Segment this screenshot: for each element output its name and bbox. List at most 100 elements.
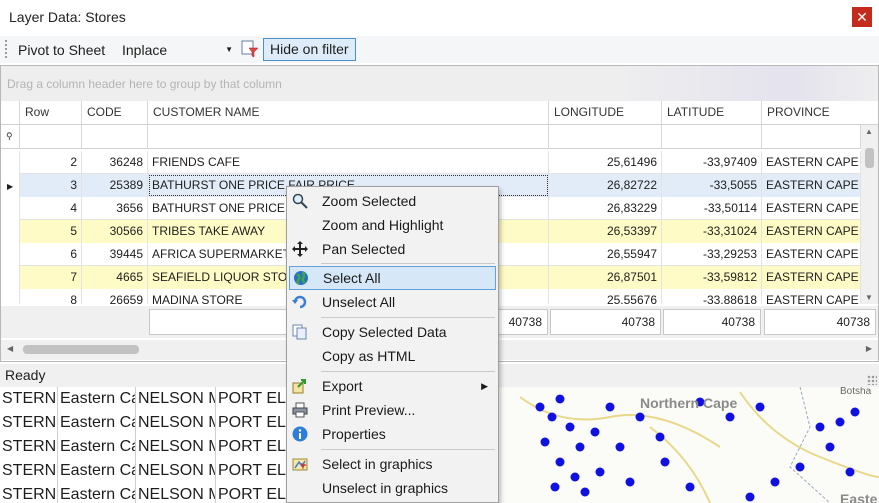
map-point[interactable] <box>635 412 645 422</box>
cell-province: EASTERN CAPE <box>762 197 861 220</box>
menu-item-export[interactable]: Export ▶ <box>289 374 496 398</box>
row-indicator[interactable] <box>1 266 20 289</box>
map-point[interactable] <box>770 477 780 487</box>
row-indicator[interactable] <box>1 289 20 304</box>
row-indicator[interactable] <box>1 243 20 266</box>
scroll-left-icon[interactable]: ◀ <box>7 344 13 353</box>
menu-item-properties[interactable]: Properties <box>289 422 496 446</box>
cell-longitude: 26,83229 <box>549 197 662 220</box>
menu-item-label: Copy Selected Data <box>322 324 447 340</box>
filter-cell-longitude[interactable] <box>549 125 662 149</box>
menu-item-select-in-graphics[interactable]: Select in graphics <box>289 452 496 476</box>
column-header-customer-name[interactable]: CUSTOMER NAME <box>148 101 549 125</box>
menu-item-label: Unselect All <box>322 294 396 310</box>
map-point[interactable] <box>660 457 670 467</box>
bg-cell: STERN C <box>0 387 58 411</box>
column-header-province[interactable]: PROVINCE <box>762 101 878 125</box>
filter-icon[interactable] <box>241 40 259 58</box>
column-header-row-number[interactable]: Row <box>20 101 82 125</box>
scroll-down-icon[interactable]: ▼ <box>865 293 873 302</box>
column-header-longitude[interactable]: LONGITUDE <box>549 101 662 125</box>
map-point[interactable] <box>850 407 860 417</box>
map-point[interactable] <box>615 442 625 452</box>
hide-on-filter-button[interactable]: Hide on filter <box>263 38 356 61</box>
row-indicator[interactable] <box>1 220 20 243</box>
map-point[interactable] <box>580 487 590 497</box>
inplace-dropdown[interactable]: Inplace ▼ <box>117 39 236 61</box>
menu-item-zoom-selected[interactable]: Zoom Selected <box>289 189 496 213</box>
close-button[interactable]: ✕ <box>852 7 872 27</box>
row-indicator[interactable] <box>1 197 20 220</box>
scroll-right-icon[interactable]: ▶ <box>866 344 872 353</box>
zoom-icon <box>292 193 308 209</box>
map-point[interactable] <box>745 492 755 502</box>
menu-item-copy-selected-data[interactable]: Copy Selected Data <box>289 320 496 344</box>
map-point[interactable] <box>605 402 615 412</box>
menu-item-pan-selected[interactable]: Pan Selected <box>289 237 496 261</box>
map-point[interactable] <box>535 402 545 412</box>
map-point[interactable] <box>595 467 605 477</box>
bg-cell: STERN C <box>0 459 58 483</box>
column-header-latitude[interactable]: LATITUDE <box>662 101 762 125</box>
map-point[interactable] <box>815 422 825 432</box>
map-point[interactable] <box>570 472 580 482</box>
map-point[interactable] <box>550 482 560 492</box>
map-point[interactable] <box>565 422 575 432</box>
map-point[interactable] <box>845 467 855 477</box>
group-panel[interactable]: Drag a column header here to group by th… <box>1 66 878 101</box>
map-point[interactable] <box>590 427 600 437</box>
map-view[interactable]: Northern Cape Botsha Easte <box>500 387 879 503</box>
bg-cell: STERN C <box>0 435 58 459</box>
cell-province: EASTERN CAPE <box>762 289 861 304</box>
bg-cell: Eastern Ca <box>58 435 136 459</box>
filter-cell-customer-name[interactable] <box>148 125 549 149</box>
menu-item-zoom-and-highlight[interactable]: Zoom and Highlight <box>289 213 496 237</box>
map-point[interactable] <box>540 437 550 447</box>
menu-item-select-all[interactable]: Select All <box>289 266 496 290</box>
menu-item-unselect-all[interactable]: Unselect All <box>289 290 496 314</box>
cell-province: EASTERN CAPE <box>762 243 861 266</box>
menu-item-unselect-in-graphics[interactable]: Unselect in graphics <box>289 476 496 500</box>
cell-longitude: 25.55676 <box>549 289 662 304</box>
menu-item-copy-as-html[interactable]: Copy as HTML <box>289 344 496 368</box>
cell-latitude: -33.88618 <box>662 289 762 304</box>
filter-cell-code[interactable] <box>82 125 148 149</box>
filter-cell-row[interactable] <box>20 125 82 149</box>
chevron-down-icon: ▼ <box>225 45 233 54</box>
scroll-up-icon[interactable]: ▲ <box>865 127 873 136</box>
title-bar[interactable]: Layer Data: Stores ✕ <box>0 0 879 34</box>
menu-separator <box>321 317 495 318</box>
pivot-to-sheet-button[interactable]: Pivot to Sheet <box>12 39 111 61</box>
toolbar-grip[interactable] <box>5 40 8 58</box>
map-point[interactable] <box>547 412 557 422</box>
map-point[interactable] <box>685 482 695 492</box>
vertical-scrollbar[interactable]: ▲ ▼ <box>861 125 878 304</box>
map-point[interactable] <box>625 477 635 487</box>
map-label-northern-cape: Northern Cape <box>640 395 738 411</box>
map-point[interactable] <box>755 402 765 412</box>
map-point[interactable] <box>555 394 565 404</box>
column-header-code[interactable]: CODE <box>82 101 148 125</box>
map-point[interactable] <box>825 442 835 452</box>
cell-latitude: -33,97409 <box>662 151 762 174</box>
bg-cell: Eastern Ca <box>58 387 136 411</box>
map-point[interactable] <box>655 432 665 442</box>
filter-cell-province[interactable] <box>762 125 861 149</box>
map-point[interactable] <box>575 442 585 452</box>
horizontal-scroll-thumb[interactable] <box>23 345 139 354</box>
table-row[interactable]: 2 36248 FRIENDS CAFE 25,61496 -33,97409 … <box>1 151 861 174</box>
map-point[interactable] <box>725 412 735 422</box>
row-indicator[interactable]: ▶ <box>1 174 20 197</box>
cell-code: 4665 <box>82 266 148 289</box>
row-indicator[interactable] <box>1 151 20 174</box>
map-point[interactable] <box>835 417 845 427</box>
map-point[interactable] <box>795 462 805 472</box>
map-point[interactable] <box>555 457 565 467</box>
filter-cell-latitude[interactable] <box>662 125 762 149</box>
vertical-scroll-thumb[interactable] <box>865 148 874 168</box>
unselect-icon <box>292 295 307 309</box>
bg-cell: Eastern Ca <box>58 483 136 503</box>
resize-grip-icon[interactable] <box>867 375 877 385</box>
menu-item-print-preview[interactable]: Print Preview... <box>289 398 496 422</box>
cell-row: 4 <box>20 197 82 220</box>
